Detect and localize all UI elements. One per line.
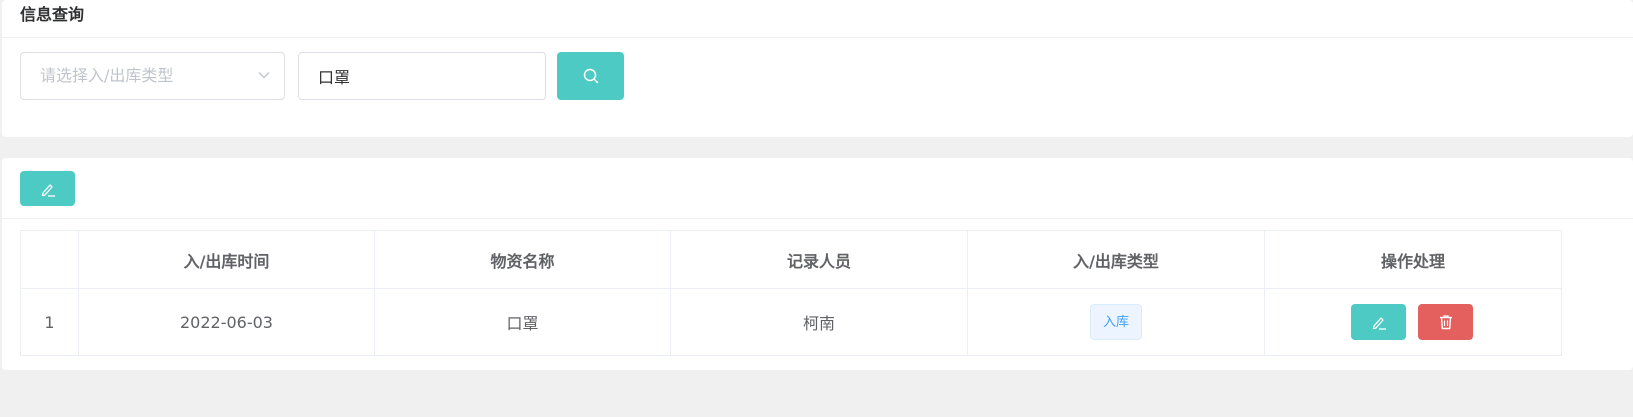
page-title: 信息查询	[20, 5, 85, 24]
type-select[interactable]: 请选择入/出库类型	[20, 52, 285, 100]
divider	[2, 218, 1633, 219]
column-header-recorder: 记录人员	[670, 230, 968, 289]
chevron-down-icon	[258, 72, 270, 79]
table-header-row: 入/出库时间 物资名称 记录人员 入/出库类型 操作处理	[20, 230, 1562, 289]
edit-icon	[1372, 317, 1386, 330]
cell-actions	[1264, 288, 1562, 356]
cell-recorder: 柯南	[670, 288, 968, 356]
type-select-placeholder: 请选择入/出库类型	[40, 66, 174, 85]
cell-index: 1	[20, 288, 79, 356]
edit-button[interactable]	[1351, 304, 1406, 340]
query-panel: 信息查询 请选择入/出库类型	[2, 0, 1633, 137]
column-header-type: 入/出库类型	[967, 230, 1265, 289]
column-header-name: 物资名称	[374, 230, 671, 289]
records-table: 入/出库时间 物资名称 记录人员 入/出库类型 操作处理 1 2022-06-0…	[20, 230, 1562, 356]
query-panel-header: 信息查询	[2, 0, 1633, 38]
row-actions	[1266, 290, 1561, 355]
search-icon	[583, 68, 599, 84]
add-record-button[interactable]	[20, 171, 75, 206]
records-panel: 入/出库时间 物资名称 记录人员 入/出库类型 操作处理 1 2022-06-0…	[2, 158, 1633, 370]
cell-time: 2022-06-03	[78, 288, 375, 356]
cell-type: 入库	[967, 288, 1265, 356]
keyword-input[interactable]	[298, 52, 546, 100]
search-button[interactable]	[557, 52, 624, 100]
column-header-time: 入/出库时间	[78, 230, 375, 289]
delete-icon	[1440, 315, 1452, 330]
delete-button[interactable]	[1418, 304, 1473, 340]
column-header-index	[20, 230, 79, 289]
table-row: 1 2022-06-03 口罩 柯南 入库	[20, 288, 1562, 356]
type-tag: 入库	[1089, 304, 1142, 340]
cell-name: 口罩	[374, 288, 671, 356]
edit-icon	[41, 184, 55, 197]
column-header-actions: 操作处理	[1264, 230, 1562, 289]
